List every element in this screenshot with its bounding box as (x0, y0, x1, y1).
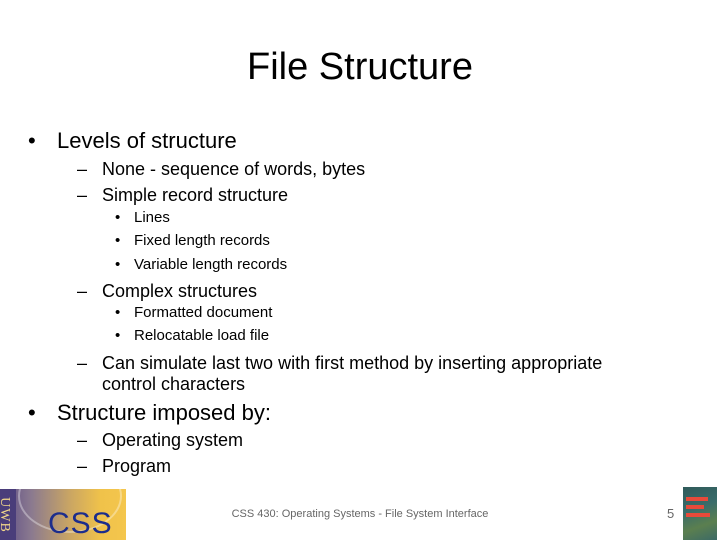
bullet-dot-icon: • (28, 128, 36, 153)
bullet-dot-icon: • (115, 232, 121, 249)
dash-icon: – (77, 185, 88, 205)
book-cover-image (683, 487, 717, 540)
bullet-dot-icon: • (28, 400, 36, 425)
uwb-label: UWB (0, 489, 16, 540)
dash-icon: – (77, 456, 88, 476)
dash-icon: – (77, 281, 88, 301)
css-label: CSS (48, 507, 113, 540)
dash-icon: – (77, 159, 88, 179)
dash-icon: – (77, 430, 88, 450)
bullet-dot-icon: • (115, 304, 121, 321)
bullet-dot-icon: • (115, 327, 121, 344)
dash-icon: – (77, 353, 88, 373)
bullet-dot-icon: • (115, 256, 121, 273)
page-number: 5 (667, 506, 675, 521)
bullet-dot-icon: • (115, 209, 121, 226)
slide-title: File Structure (247, 46, 473, 88)
uwb-css-logo: UWB CSS (0, 489, 126, 540)
footer-text: CSS 430: Operating Systems - File System… (231, 508, 489, 520)
